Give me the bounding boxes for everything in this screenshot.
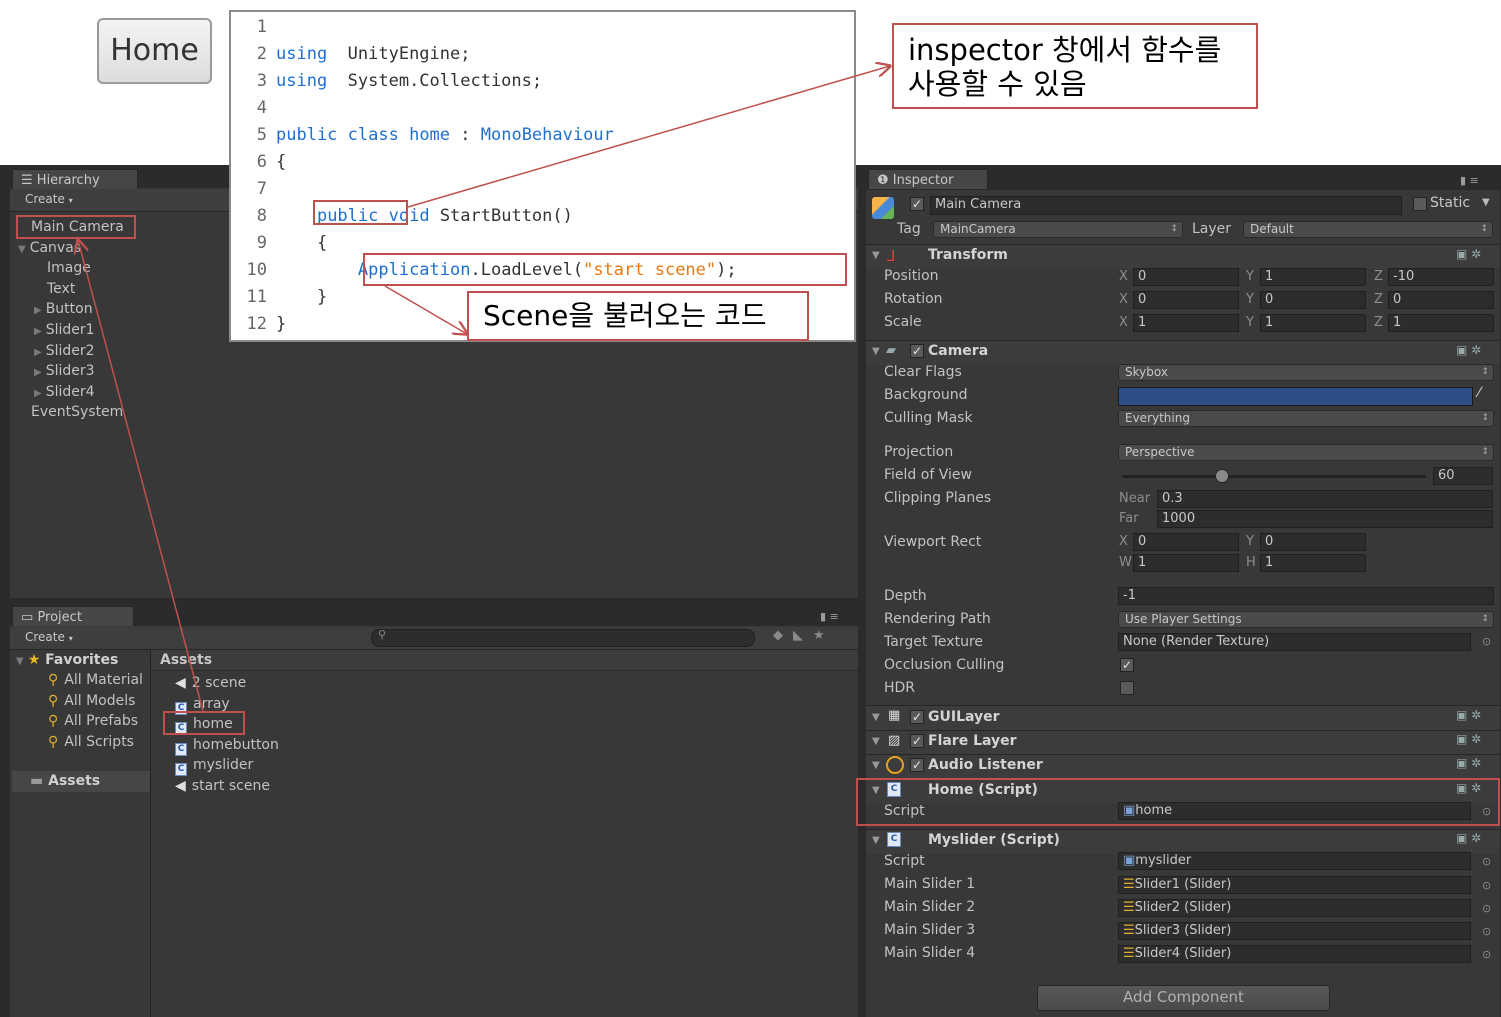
arrow-to-scene-note — [384, 285, 467, 334]
arrow-home-to-camera — [78, 240, 204, 712]
arrow-to-inspector-note — [407, 66, 890, 208]
annotation-arrows — [0, 0, 1501, 712]
